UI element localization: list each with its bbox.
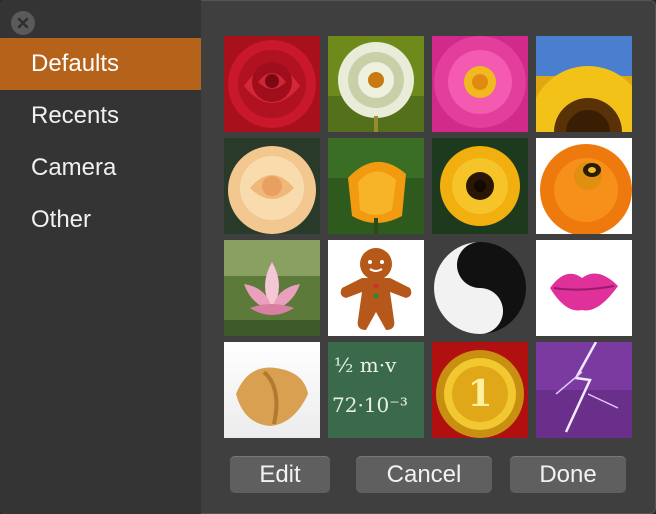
cancel-button[interactable]: Cancel: [356, 456, 492, 493]
image-tile-lotus[interactable]: [224, 240, 320, 336]
button-bar: Edit Cancel Done: [230, 456, 630, 494]
picture-picker-window: Defaults Recents Camera Other ½ m·v 72·1…: [0, 0, 656, 514]
image-tile-chalkboard-formula[interactable]: ½ m·v 72·10⁻³: [328, 342, 424, 438]
content-pane: ½ m·v 72·10⁻³ 1 Edit Cancel Done: [201, 0, 656, 514]
image-tile-gold-medal[interactable]: 1: [432, 342, 528, 438]
image-tile-black-eyed-susan[interactable]: [432, 138, 528, 234]
sidebar-item-other[interactable]: Other: [0, 194, 201, 246]
image-tile-orange-poppy[interactable]: [328, 138, 424, 234]
image-tile-pink-dahlia[interactable]: [432, 36, 528, 132]
chalk-text-top: ½ m·v: [334, 353, 397, 377]
image-tile-peach-rose[interactable]: [224, 138, 320, 234]
done-button[interactable]: Done: [510, 456, 626, 493]
sidebar-list: Defaults Recents Camera Other: [0, 38, 201, 246]
sidebar-item-camera[interactable]: Camera: [0, 142, 201, 194]
image-tile-red-rose[interactable]: [224, 36, 320, 132]
image-tile-sunflower[interactable]: [536, 36, 632, 132]
image-tile-orange-gerbera-with-bee[interactable]: [536, 138, 632, 234]
image-tile-lightning[interactable]: [536, 342, 632, 438]
image-tile-fortune-cookie[interactable]: [224, 342, 320, 438]
image-tile-dandelion[interactable]: [328, 36, 424, 132]
edit-button[interactable]: Edit: [230, 456, 330, 493]
medal-number: 1: [467, 373, 492, 415]
sidebar-item-defaults[interactable]: Defaults: [0, 38, 201, 90]
close-button[interactable]: [11, 11, 35, 35]
image-tile-yin-yang[interactable]: [432, 240, 528, 336]
close-icon: [17, 17, 29, 29]
sidebar: Defaults Recents Camera Other: [0, 0, 201, 514]
image-tile-lips[interactable]: [536, 240, 632, 336]
image-tile-gingerbread-man[interactable]: [328, 240, 424, 336]
chalk-text-bottom: 72·10⁻³: [332, 393, 408, 417]
image-grid: ½ m·v 72·10⁻³ 1: [224, 36, 632, 438]
sidebar-item-recents[interactable]: Recents: [0, 90, 201, 142]
